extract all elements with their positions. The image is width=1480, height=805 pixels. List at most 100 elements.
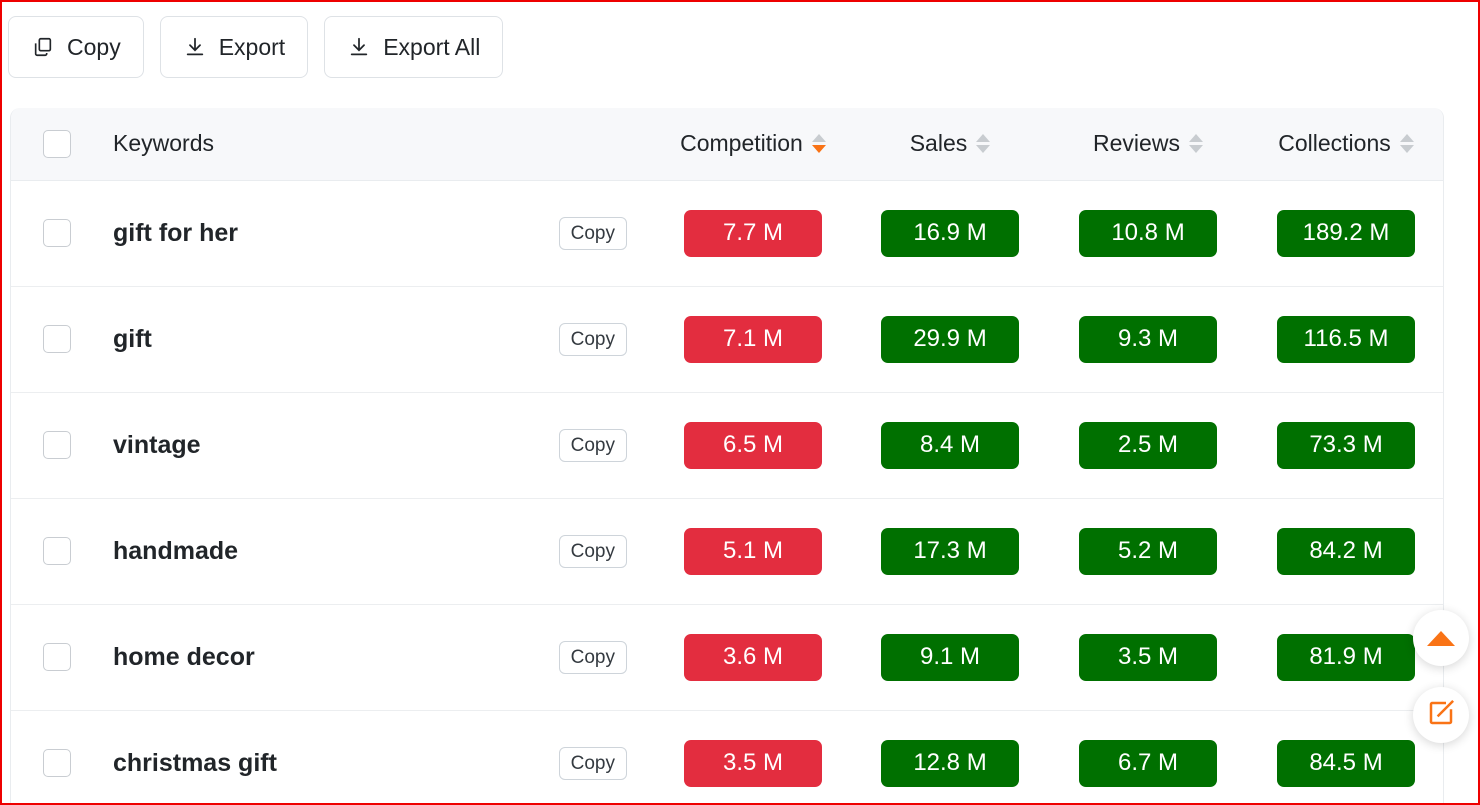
keyword-text: gift — [113, 324, 152, 353]
sort-toggle-collections-icon[interactable] — [1399, 134, 1414, 154]
toolbar-button-label: Export — [218, 33, 286, 60]
competition-cell: 6.5 M — [655, 392, 851, 499]
table-header: Keywords Competition Sales Reviews Colle… — [11, 108, 1443, 181]
table-toolbar: Copy Export Export All — [8, 16, 504, 78]
table-header-row: Keywords Competition Sales Reviews Colle… — [11, 108, 1443, 181]
reviews-badge: 2.5 M — [1079, 421, 1217, 469]
toolbar-button-label: Export All — [383, 33, 481, 60]
reviews-cell: 2.5 M — [1049, 392, 1247, 499]
table-row: vintage Copy 6.5 M 8.4 M 2.5 M 73.3 M — [11, 392, 1443, 499]
collections-cell: 84.2 M — [1247, 498, 1443, 605]
sales-badge: 16.9 M — [881, 209, 1019, 257]
row-select-checkbox[interactable] — [43, 643, 71, 671]
row-select-checkbox[interactable] — [43, 431, 71, 459]
column-header-label: Competition — [680, 130, 803, 157]
select-all-checkbox[interactable] — [43, 129, 71, 158]
reviews-cell: 6.7 M — [1049, 710, 1247, 805]
reviews-cell: 10.8 M — [1049, 180, 1247, 287]
sales-badge: 29.9 M — [881, 315, 1019, 363]
column-header-reviews[interactable]: Reviews — [1049, 108, 1247, 181]
column-header-keywords: Keywords — [97, 108, 655, 181]
row-copy-button[interactable]: Copy — [558, 322, 627, 356]
sort-toggle-competition-icon[interactable] — [811, 134, 826, 154]
collections-badge: 84.5 M — [1277, 739, 1415, 787]
export-button[interactable]: Export — [159, 16, 309, 78]
collections-badge: 73.3 M — [1277, 421, 1415, 469]
competition-badge: 7.1 M — [684, 315, 822, 363]
reviews-badge: 6.7 M — [1079, 739, 1217, 787]
keywords-table: Keywords Competition Sales Reviews Colle… — [11, 108, 1443, 805]
keyword-cell: christmas gift Copy — [97, 710, 655, 805]
sales-badge: 17.3 M — [881, 527, 1019, 575]
reviews-cell: 3.5 M — [1049, 604, 1247, 711]
keyword-text: home decor — [113, 642, 255, 671]
collections-badge: 84.2 M — [1277, 527, 1415, 575]
row-select-cell — [11, 286, 97, 393]
toolbar-button-label: Copy — [67, 33, 121, 60]
keyword-text: vintage — [113, 430, 201, 459]
row-select-cell — [11, 604, 97, 711]
sales-cell: 12.8 M — [851, 710, 1049, 805]
download-icon — [347, 35, 371, 59]
row-copy-button[interactable]: Copy — [558, 534, 627, 568]
keywords-table-card: Keywords Competition Sales Reviews Colle… — [10, 108, 1444, 805]
collections-cell: 81.9 M — [1247, 604, 1443, 711]
reviews-cell: 5.2 M — [1049, 498, 1247, 605]
collections-badge: 81.9 M — [1277, 633, 1415, 681]
table-row: gift for her Copy 7.7 M 16.9 M 10.8 M 189.2 M — [11, 180, 1443, 287]
row-copy-button[interactable]: Copy — [558, 640, 627, 674]
row-select-cell — [11, 392, 97, 499]
scroll-to-top-button[interactable] — [1413, 610, 1469, 666]
collections-badge: 189.2 M — [1277, 209, 1415, 257]
row-select-checkbox[interactable] — [43, 749, 71, 778]
row-select-cell — [11, 710, 97, 805]
sales-cell: 9.1 M — [851, 604, 1049, 711]
row-select-checkbox[interactable] — [43, 219, 71, 247]
table-row: handmade Copy 5.1 M 17.3 M 5.2 M 84.2 M — [11, 498, 1443, 605]
reviews-badge: 3.5 M — [1079, 633, 1217, 681]
row-select-checkbox[interactable] — [43, 537, 71, 565]
table-row: christmas gift Copy 3.5 M 12.8 M 6.7 M 84.5 M — [11, 710, 1443, 805]
column-header-label: Reviews — [1093, 130, 1180, 157]
keyword-cell: gift Copy — [97, 286, 655, 393]
table-row: gift Copy 7.1 M 29.9 M 9.3 M 116.5 M — [11, 286, 1443, 393]
sales-badge: 9.1 M — [881, 633, 1019, 681]
competition-cell: 5.1 M — [655, 498, 851, 605]
row-select-checkbox[interactable] — [43, 325, 71, 353]
collections-cell: 189.2 M — [1247, 180, 1443, 287]
sales-badge: 12.8 M — [881, 739, 1019, 787]
competition-badge: 7.7 M — [684, 209, 822, 257]
reviews-badge: 9.3 M — [1079, 315, 1217, 363]
column-header-collections[interactable]: Collections — [1247, 108, 1443, 181]
keyword-text: handmade — [113, 536, 239, 565]
sales-cell: 17.3 M — [851, 498, 1049, 605]
copy-button[interactable]: Copy — [8, 16, 144, 78]
table-body: gift for her Copy 7.7 M 16.9 M 10.8 M 189.2 M… — [11, 180, 1443, 805]
copy-icon — [31, 35, 55, 59]
reviews-badge: 5.2 M — [1079, 527, 1217, 575]
keyword-cell: home decor Copy — [97, 604, 655, 711]
download-icon — [183, 35, 207, 59]
competition-cell: 3.6 M — [655, 604, 851, 711]
row-copy-button[interactable]: Copy — [558, 746, 627, 780]
row-select-cell — [11, 180, 97, 287]
feedback-button[interactable] — [1413, 687, 1469, 743]
column-header-competition[interactable]: Competition — [655, 108, 851, 181]
collections-cell: 116.5 M — [1247, 286, 1443, 393]
reviews-cell: 9.3 M — [1049, 286, 1247, 393]
export-all-button[interactable]: Export All — [324, 16, 504, 78]
competition-badge: 3.6 M — [684, 633, 822, 681]
row-copy-button[interactable]: Copy — [558, 216, 627, 250]
column-header-sales[interactable]: Sales — [851, 108, 1049, 181]
sales-cell: 16.9 M — [851, 180, 1049, 287]
edit-square-icon — [1426, 698, 1456, 733]
row-copy-button[interactable]: Copy — [558, 428, 627, 462]
competition-badge: 5.1 M — [684, 527, 822, 575]
keyword-cell: handmade Copy — [97, 498, 655, 605]
keyword-text: christmas gift — [113, 748, 277, 777]
reviews-badge: 10.8 M — [1079, 209, 1217, 257]
sort-toggle-reviews-icon[interactable] — [1188, 134, 1203, 154]
table-row: home decor Copy 3.6 M 9.1 M 3.5 M 81.9 M — [11, 604, 1443, 711]
competition-cell: 7.7 M — [655, 180, 851, 287]
sort-toggle-sales-icon[interactable] — [976, 134, 991, 154]
